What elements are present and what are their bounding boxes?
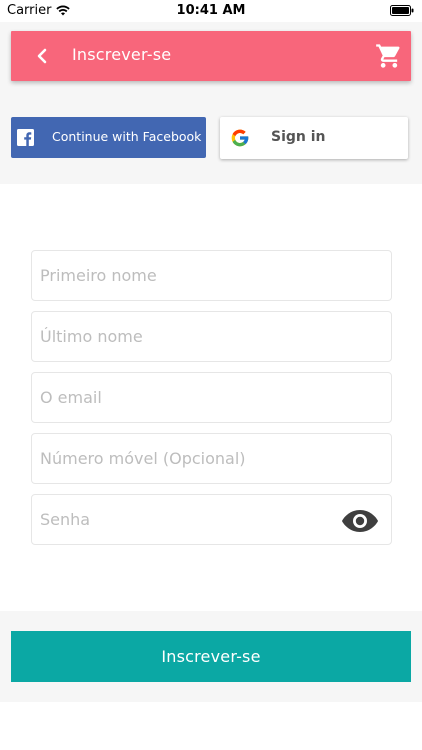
header-bar: Inscrever-se	[11, 31, 411, 81]
email-input[interactable]	[32, 373, 391, 422]
password-input[interactable]	[32, 495, 391, 544]
chevron-left-icon	[37, 48, 47, 64]
password-field-container	[31, 494, 392, 545]
first-name-field-container	[31, 250, 392, 301]
toggle-password-visibility-button[interactable]	[341, 508, 379, 534]
google-icon	[231, 129, 249, 147]
eye-icon	[342, 510, 378, 532]
page-title: Inscrever-se	[72, 45, 172, 64]
google-signin-button[interactable]: Sign in	[220, 117, 408, 159]
facebook-icon	[17, 129, 34, 146]
battery-icon	[390, 5, 414, 16]
top-section: Inscrever-se Continue with Facebook Sign…	[0, 22, 422, 184]
facebook-login-label: Continue with Facebook	[52, 129, 202, 144]
back-button[interactable]	[31, 44, 55, 68]
phone-input[interactable]	[32, 434, 391, 483]
bottom-section: Inscrever-se	[0, 611, 422, 702]
status-bar: Carrier 10:41 AM	[0, 0, 422, 22]
facebook-login-button[interactable]: Continue with Facebook	[11, 117, 206, 158]
cart-button[interactable]	[375, 42, 403, 70]
status-time: 10:41 AM	[176, 3, 246, 18]
first-name-input[interactable]	[32, 251, 391, 300]
signup-form	[0, 184, 422, 611]
email-field-container	[31, 372, 392, 423]
last-name-field-container	[31, 311, 392, 362]
last-name-input[interactable]	[32, 312, 391, 361]
signup-submit-button[interactable]: Inscrever-se	[11, 631, 411, 682]
google-signin-label: Sign in	[271, 129, 326, 145]
phone-field-container	[31, 433, 392, 484]
cart-icon	[376, 44, 400, 68]
